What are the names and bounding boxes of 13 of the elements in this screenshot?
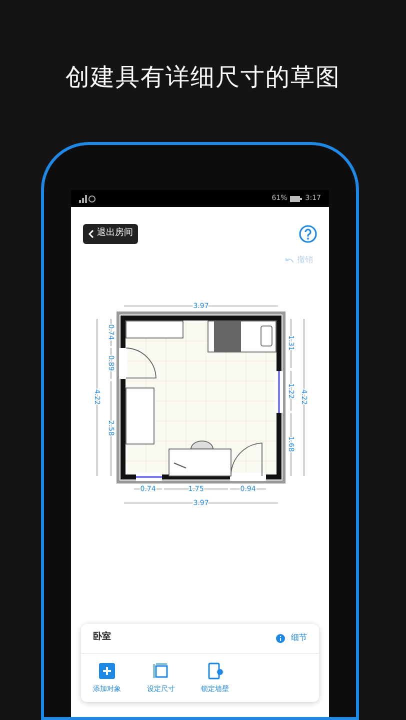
details-link[interactable]: 细节 [276, 632, 307, 644]
chevron-left-icon [88, 230, 94, 238]
headline: 创建具有详细尺寸的草图 [66, 62, 340, 92]
back-button[interactable]: 退出房间 [83, 224, 138, 244]
plus-square-icon [98, 662, 116, 680]
signal-icon [79, 194, 97, 202]
help-icon[interactable] [299, 225, 317, 243]
resize-frame-icon [152, 662, 170, 680]
battery-icon [290, 196, 302, 202]
door-icon [206, 662, 224, 680]
undo-icon [285, 257, 294, 263]
info-icon [276, 634, 285, 642]
room-name: 卧室 [93, 631, 111, 644]
